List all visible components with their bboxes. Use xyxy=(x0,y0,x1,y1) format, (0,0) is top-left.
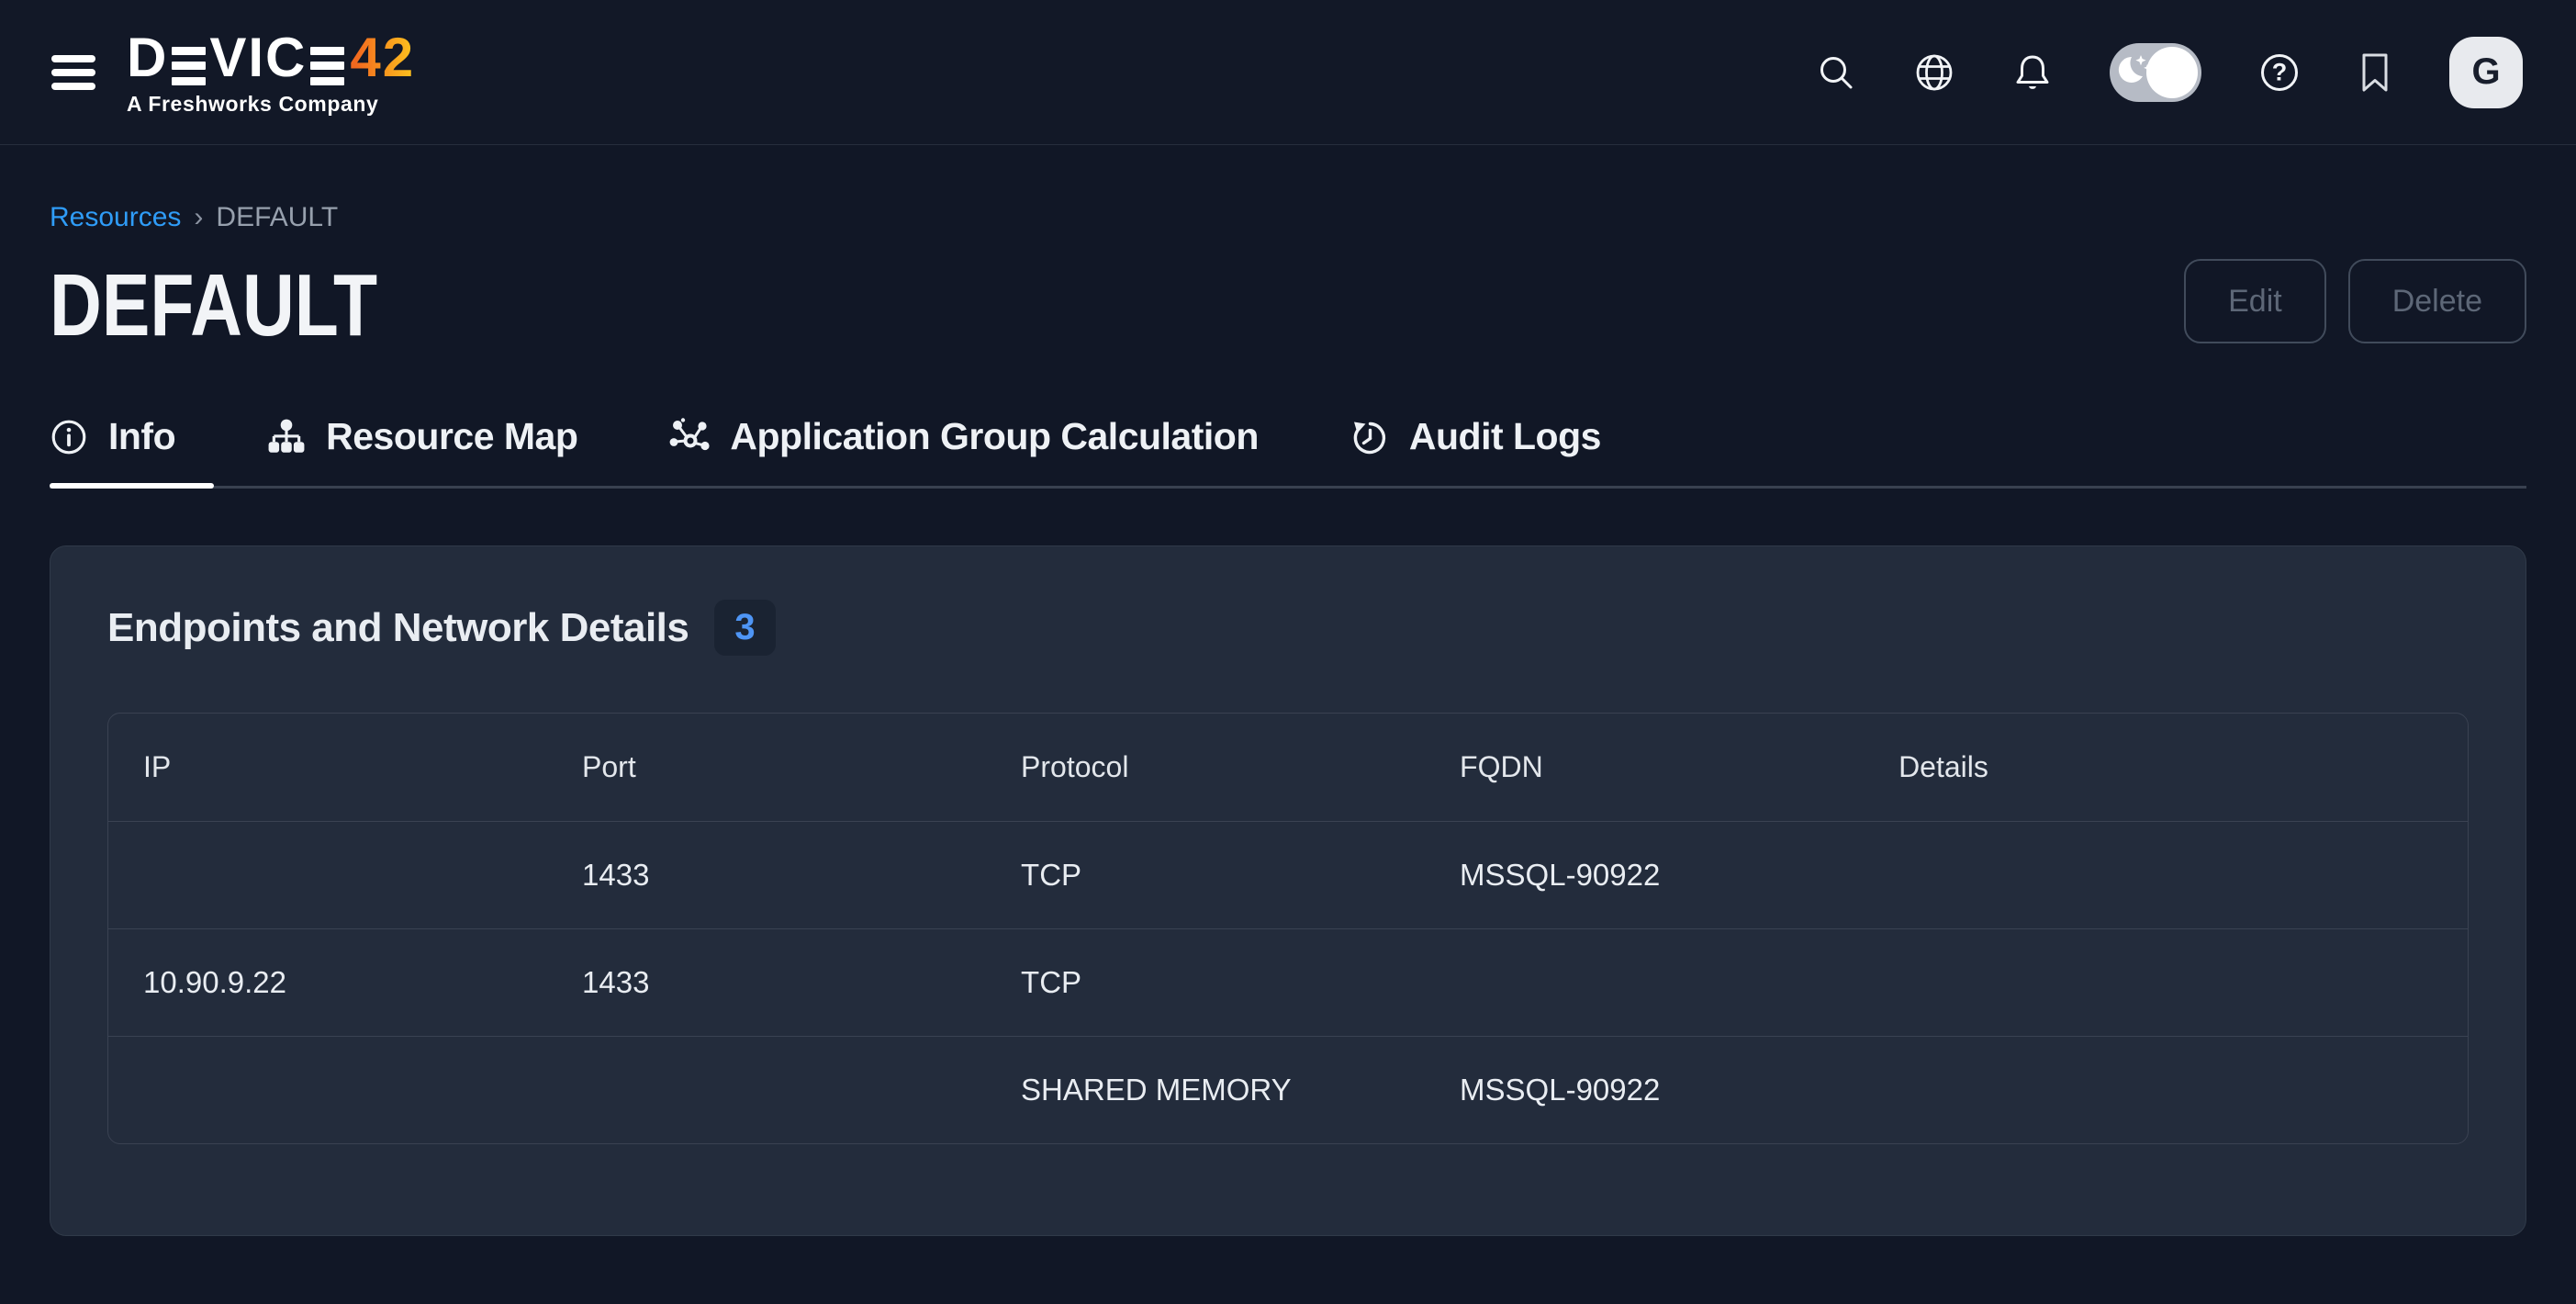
sitemap-icon xyxy=(267,418,306,456)
delete-button[interactable]: Delete xyxy=(2348,259,2526,343)
column-header: Protocol xyxy=(986,714,1425,821)
card-title: Endpoints and Network Details xyxy=(107,605,689,651)
brand-tagline: A Freshworks Company xyxy=(127,94,415,115)
table-cell xyxy=(1864,821,2468,928)
brand-number: 42 xyxy=(350,30,415,85)
menu-icon[interactable] xyxy=(51,55,95,90)
tab-audit-logs[interactable]: Audit Logs xyxy=(1350,415,1640,486)
column-header: IP xyxy=(108,714,547,821)
table-cell: 1433 xyxy=(547,821,986,928)
column-header: FQDN xyxy=(1425,714,1864,821)
table-cell: MSSQL-90922 xyxy=(1425,821,1864,928)
table-cell xyxy=(1864,928,2468,1036)
table-row: 10.90.9.221433TCP xyxy=(108,928,2468,1036)
table-cell: 10.90.9.22 xyxy=(108,928,547,1036)
stylized-e xyxy=(310,47,344,85)
edit-button[interactable]: Edit xyxy=(2184,259,2326,343)
help-icon[interactable]: ? xyxy=(2258,51,2301,94)
table-cell xyxy=(547,1036,986,1143)
column-header: Details xyxy=(1864,714,2468,821)
info-circle-icon xyxy=(50,418,88,456)
avatar-initial: G xyxy=(2471,51,2500,93)
table-cell xyxy=(108,821,547,928)
table-header-row: IPPortProtocolFQDNDetails xyxy=(108,714,2468,821)
bookmark-icon[interactable] xyxy=(2358,51,2392,94)
table-cell xyxy=(1425,928,1864,1036)
breadcrumb-separator: › xyxy=(194,202,203,233)
table-cell xyxy=(108,1036,547,1143)
tab-info[interactable]: Info xyxy=(50,415,214,486)
tab-resource-map[interactable]: Resource Map xyxy=(267,415,616,486)
globe-icon[interactable] xyxy=(1913,51,1955,94)
count-badge: 3 xyxy=(714,600,775,656)
table-row: SHARED MEMORYMSSQL-90922 xyxy=(108,1036,2468,1143)
toggle-knob xyxy=(2146,47,2198,98)
bell-icon[interactable] xyxy=(2012,51,2053,94)
table-cell: 1433 xyxy=(547,928,986,1036)
circle-nodes-icon xyxy=(669,417,710,457)
search-icon[interactable] xyxy=(1816,52,1856,93)
main-content: Resources › DEFAULT DEFAULT Edit Delete … xyxy=(0,145,2576,1236)
endpoints-table: IPPortProtocolFQDNDetails 1433TCPMSSQL-9… xyxy=(107,713,2469,1144)
endpoints-table-body: 1433TCPMSSQL-9092210.90.9.221433TCPSHARE… xyxy=(108,821,2468,1143)
table-cell: TCP xyxy=(986,928,1425,1036)
table-cell: SHARED MEMORY xyxy=(986,1036,1425,1143)
tab-label: Resource Map xyxy=(326,415,577,458)
tab-label: Audit Logs xyxy=(1409,415,1601,458)
history-icon xyxy=(1350,418,1389,456)
tab-label: Info xyxy=(108,415,175,458)
breadcrumb: Resources › DEFAULT xyxy=(50,202,2526,233)
device42-logo[interactable]: DVIC42 A Freshworks Company xyxy=(127,30,415,115)
avatar[interactable]: G xyxy=(2449,37,2523,108)
table-cell xyxy=(1864,1036,2468,1143)
dark-mode-toggle[interactable] xyxy=(2110,43,2201,102)
table-cell: TCP xyxy=(986,821,1425,928)
table-row: 1433TCPMSSQL-90922 xyxy=(108,821,2468,928)
tab-bar: Info Resource Map xyxy=(50,415,2526,489)
tab-label: Application Group Calculation xyxy=(730,415,1258,458)
endpoints-card: Endpoints and Network Details 3 IPPortPr… xyxy=(50,545,2526,1236)
table-cell: MSSQL-90922 xyxy=(1425,1036,1864,1143)
top-bar: DVIC42 A Freshworks Company xyxy=(0,0,2576,145)
page-title: DEFAULT xyxy=(50,255,377,356)
tab-application-group-calculation[interactable]: Application Group Calculation xyxy=(669,415,1296,486)
column-header: Port xyxy=(547,714,986,821)
breadcrumb-resources-link[interactable]: Resources xyxy=(50,202,181,233)
breadcrumb-current: DEFAULT xyxy=(216,202,338,233)
endpoints-table-head: IPPortProtocolFQDNDetails xyxy=(108,714,2468,821)
svg-text:?: ? xyxy=(2272,58,2288,85)
brand-wordmark: DVIC42 xyxy=(127,30,415,85)
stylized-e xyxy=(172,47,206,85)
